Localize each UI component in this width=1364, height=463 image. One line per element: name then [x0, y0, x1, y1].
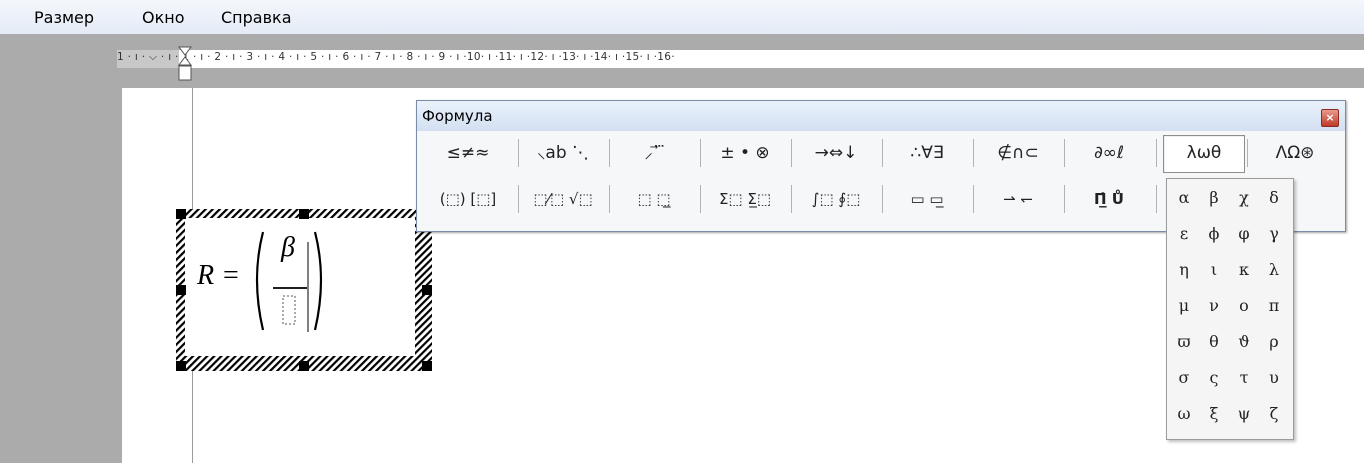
greek-symbol-omega[interactable]: ω — [1170, 397, 1198, 431]
greek-symbol-kappa[interactable]: κ — [1230, 253, 1258, 287]
relations-palette-button[interactable]: ≤≠≈ — [422, 135, 514, 171]
greek-symbol-mu[interactable]: μ — [1170, 289, 1198, 323]
toolbar-titlebar[interactable]: Формула × — [417, 101, 1345, 131]
greek-symbol-gamma[interactable]: γ — [1260, 217, 1288, 251]
greek-symbol-alpha[interactable]: α — [1170, 181, 1198, 215]
operators-palette-button[interactable]: ± • ⊗ — [702, 135, 788, 171]
misc-symbols-palette-button[interactable]: ∂∞ℓ — [1066, 135, 1152, 171]
greek-symbol-upsilon[interactable]: υ — [1260, 361, 1288, 395]
separator — [791, 139, 792, 167]
integral-templates-button[interactable]: ∫⬚ ∮⬚ — [793, 181, 879, 217]
separator — [1064, 185, 1065, 213]
greek-symbol-psi[interactable]: ψ — [1230, 397, 1258, 431]
embellishments-palette-button[interactable]: ⸝ ⃗ ⃛ — [611, 135, 697, 171]
resize-handle[interactable] — [176, 209, 186, 219]
separator — [1156, 139, 1157, 167]
separator — [1064, 139, 1065, 167]
greek-symbol-tau[interactable]: τ — [1230, 361, 1258, 395]
greek-symbol-pi-variant[interactable]: ϖ — [1170, 325, 1198, 359]
resize-handle[interactable] — [176, 361, 186, 371]
separator — [700, 139, 701, 167]
resize-handle[interactable] — [299, 209, 309, 219]
separator — [882, 139, 883, 167]
separator — [1247, 139, 1248, 167]
menu-item-size[interactable]: Размер — [34, 8, 94, 27]
menu-item-window[interactable]: Окно — [142, 8, 185, 27]
ruler-scale: 1 · ı · ⌵ · ı · 1 · ı · 2 · ı · 3 · ı · … — [117, 51, 675, 63]
toolbar-title: Формула — [422, 107, 493, 125]
logic-palette-button[interactable]: ∴∀∃ — [884, 135, 970, 171]
greek-lowercase-palette-button[interactable]: λωθ — [1163, 135, 1245, 173]
formula-equals: = — [223, 260, 239, 291]
summation-templates-button[interactable]: Σ⬚ Σ̲⬚ — [702, 181, 788, 217]
separator — [609, 139, 610, 167]
spaces-palette-button[interactable]: ⸜ab ⋱ — [520, 135, 606, 171]
menu-bar: Размер Окно Справка — [0, 0, 1364, 35]
greek-uppercase-palette-button[interactable]: ΛΩ⊛ — [1249, 135, 1341, 171]
bar-templates-button[interactable]: ▭ ▭̲ — [884, 181, 970, 217]
horizontal-ruler[interactable]: 1 · ı · ⌵ · ı · 1 · ı · 2 · ı · 3 · ı · … — [117, 50, 1364, 68]
greek-symbol-theta-variant[interactable]: ϑ — [1230, 325, 1258, 359]
greek-symbol-phi[interactable]: ϕ — [1200, 217, 1228, 251]
greek-symbol-zeta[interactable]: ζ — [1260, 397, 1288, 431]
resize-handle[interactable] — [176, 285, 186, 295]
separator — [882, 185, 883, 213]
script-templates-button[interactable]: ⬚ ⬚̲ — [611, 181, 697, 217]
greek-symbol-final-sigma[interactable]: ς — [1200, 361, 1228, 395]
separator — [609, 185, 610, 213]
labeled-arrow-templates-button[interactable]: ⇀ ↽ — [975, 181, 1061, 217]
greek-symbol-delta[interactable]: δ — [1260, 181, 1288, 215]
separator — [518, 185, 519, 213]
resize-handle[interactable] — [299, 361, 309, 371]
fraction-radical-templates-button[interactable]: ⬚⁄⬚ √⬚ — [520, 181, 606, 217]
close-icon[interactable]: × — [1321, 109, 1339, 127]
greek-symbol-eta[interactable]: η — [1170, 253, 1198, 287]
greek-symbol-pi[interactable]: π — [1260, 289, 1288, 323]
greek-symbol-phi-variant[interactable]: φ — [1230, 217, 1258, 251]
separator — [973, 139, 974, 167]
formula-numerator: β — [281, 232, 295, 263]
greek-symbol-lambda[interactable]: λ — [1260, 253, 1288, 287]
greek-symbol-theta[interactable]: θ — [1200, 325, 1228, 359]
resize-handle[interactable] — [422, 361, 432, 371]
formula-object[interactable]: R = β — [176, 209, 432, 371]
set-theory-palette-button[interactable]: ∉∩⊂ — [975, 135, 1061, 171]
resize-handle[interactable] — [422, 285, 432, 295]
indent-marker-icon[interactable] — [178, 46, 192, 82]
separator — [518, 139, 519, 167]
greek-symbol-xi[interactable]: ξ — [1200, 397, 1228, 431]
greek-symbol-rho[interactable]: ρ — [1260, 325, 1288, 359]
greek-symbol-chi[interactable]: χ — [1230, 181, 1258, 215]
fence-templates-button[interactable]: (⬚) [⬚] — [422, 181, 514, 217]
separator — [791, 185, 792, 213]
greek-symbol-nu[interactable]: ν — [1200, 289, 1228, 323]
greek-symbol-sigma[interactable]: σ — [1170, 361, 1198, 395]
greek-symbol-epsilon[interactable]: ε — [1170, 217, 1198, 251]
greek-symbol-beta[interactable]: β — [1200, 181, 1228, 215]
greek-palette-dropdown: α β χ δ ε ϕ φ γ η ι κ λ μ ν ο π ϖ θ ϑ ρ … — [1166, 178, 1294, 440]
formula-lhs: R — [197, 260, 215, 291]
product-set-templates-button[interactable]: Π̲̇ Ů — [1066, 181, 1152, 217]
separator — [700, 185, 701, 213]
separator — [973, 185, 974, 213]
greek-symbol-iota[interactable]: ι — [1200, 253, 1228, 287]
separator — [1156, 185, 1157, 213]
formula-canvas[interactable]: R = β — [185, 218, 415, 356]
greek-symbol-omicron[interactable]: ο — [1230, 289, 1258, 323]
arrows-palette-button[interactable]: →⇔↓ — [793, 135, 879, 171]
menu-item-help[interactable]: Справка — [221, 8, 292, 27]
